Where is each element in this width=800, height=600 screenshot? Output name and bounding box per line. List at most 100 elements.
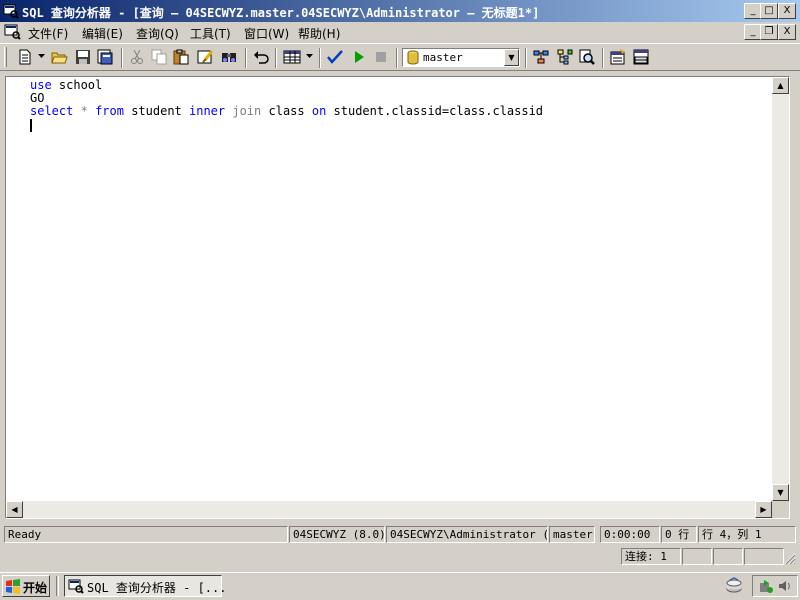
toolbar-separator — [602, 48, 604, 68]
code-line[interactable]: use school — [30, 79, 543, 92]
status-pane-empty-2 — [713, 548, 743, 565]
database-select[interactable]: master ▼ — [402, 48, 520, 67]
editor-gutter — [6, 77, 26, 501]
sql-text: class — [261, 104, 312, 118]
status-ready: Ready — [4, 526, 288, 543]
sql-text: student — [123, 104, 189, 118]
taskbar: 开始 SQL 查询分析器 - [... — [0, 572, 800, 600]
new-query-icon[interactable] — [16, 48, 34, 66]
properties-icon[interactable] — [609, 48, 627, 66]
scroll-right-button[interactable]: ▶ — [755, 501, 772, 518]
mdi-close-button[interactable]: X — [778, 24, 796, 40]
horizontal-scrollbar[interactable]: ◀ ▶ — [6, 501, 772, 518]
paste-icon[interactable] — [172, 48, 190, 66]
toolbar-grip[interactable] — [4, 47, 7, 67]
text-caret — [30, 119, 32, 132]
taskbar-separator — [56, 576, 59, 596]
sql-keyword: use — [30, 78, 52, 92]
copy-icon[interactable] — [150, 48, 168, 66]
sql-keyword: inner — [189, 104, 226, 118]
find-icon[interactable] — [220, 48, 238, 66]
sql-text: GO — [30, 91, 45, 105]
status-user: 04SECWYZ\Administrator (51 — [386, 526, 548, 543]
scrollbar-corner — [772, 501, 789, 518]
status-cursor-position: 行 4，列 1 — [698, 526, 796, 543]
vertical-scrollbar[interactable]: ▲ ▼ — [772, 77, 789, 501]
sql-keyword: on — [311, 104, 327, 118]
save-icon[interactable] — [74, 48, 92, 66]
open-icon[interactable] — [50, 48, 68, 66]
server-status-icon[interactable] — [758, 578, 774, 594]
query-analyzer-icon — [3, 4, 19, 19]
taskbar-item-query-analyzer[interactable]: SQL 查询分析器 - [... — [64, 575, 226, 597]
clear-window-icon[interactable] — [196, 48, 214, 66]
object-browser-icon[interactable] — [556, 48, 574, 66]
menu-window[interactable]: 窗口(W) — [244, 25, 289, 42]
stop-icon[interactable] — [372, 48, 390, 66]
scroll-up-button[interactable]: ▲ — [772, 77, 789, 94]
sql-operator: join — [232, 104, 262, 118]
scroll-down-button[interactable]: ▼ — [772, 484, 789, 501]
mdi-restore-button[interactable]: ❐ — [760, 24, 778, 40]
sql-text: student.classid=class.classid — [326, 104, 544, 118]
sql-operator: * — [80, 104, 88, 118]
sql-code[interactable]: use school GO select * from student inner … — [30, 79, 543, 118]
menu-query[interactable]: 查询(Q) — [136, 25, 179, 42]
system-tray — [752, 575, 798, 597]
results-mode-dropdown-icon[interactable] — [306, 54, 314, 60]
resize-grip-icon[interactable] — [784, 553, 796, 565]
object-search-icon[interactable] — [578, 48, 596, 66]
show-plan-icon[interactable] — [532, 48, 550, 66]
taskbar-item-label: SQL 查询分析器 - [... — [87, 581, 227, 595]
toolbar-separator — [121, 48, 123, 68]
parse-icon[interactable] — [326, 48, 344, 66]
sql-keyword: from — [95, 104, 124, 118]
toolbar-separator — [245, 48, 247, 68]
toolbar: master ▼ — [0, 43, 800, 71]
toolbar-separator — [396, 48, 398, 68]
results-mode-icon[interactable] — [283, 48, 301, 66]
windows-logo-icon — [6, 579, 20, 594]
start-label: 开始 — [23, 581, 48, 595]
results-pane-icon[interactable] — [632, 48, 650, 66]
query-editor[interactable]: use school GO select * from student inner … — [5, 76, 790, 519]
document-icon[interactable] — [4, 24, 22, 40]
code-line[interactable]: select * from student inner join class o… — [30, 105, 543, 118]
status-spacer — [4, 548, 620, 565]
status-database: master — [549, 526, 595, 543]
close-button[interactable]: X — [778, 3, 796, 19]
undo-icon[interactable] — [252, 48, 270, 66]
title-bar[interactable]: SQL 查询分析器 - [查询 — 04SECWYZ.master.04SECW… — [0, 0, 800, 22]
volume-icon[interactable] — [777, 578, 793, 594]
menu-tools[interactable]: 工具(T) — [190, 25, 231, 42]
toolbar-separator — [275, 48, 277, 68]
toolbar-separator — [319, 48, 321, 68]
database-select-value: master — [423, 51, 463, 64]
status-pane-empty-3 — [744, 548, 784, 565]
scroll-left-button[interactable]: ◀ — [6, 501, 23, 518]
insert-template-icon[interactable] — [96, 48, 114, 66]
menu-help[interactable]: 帮助(H) — [298, 25, 340, 42]
toolbar-separator — [525, 48, 527, 68]
database-dropdown-button[interactable]: ▼ — [504, 49, 519, 66]
menu-edit[interactable]: 编辑(E) — [82, 25, 123, 42]
sql-service-manager-icon[interactable] — [724, 577, 744, 595]
sql-keyword: select — [30, 104, 74, 118]
database-icon — [407, 50, 419, 65]
sql-text: school — [51, 78, 103, 92]
status-server: 04SECWYZ (8.0) — [289, 526, 385, 543]
maximize-button[interactable]: □ — [760, 3, 778, 19]
status-rows: 0 行 — [661, 526, 697, 543]
status-connections: 连接: 1 — [621, 548, 681, 565]
start-button[interactable]: 开始 — [2, 575, 50, 597]
new-dropdown-icon[interactable] — [38, 54, 46, 60]
menu-file[interactable]: 文件(F) — [28, 25, 68, 42]
status-pane-empty-1 — [682, 548, 712, 565]
query-analyzer-icon — [68, 579, 84, 594]
status-elapsed-time: 0:00:00 — [600, 526, 660, 543]
cut-icon[interactable] — [128, 48, 146, 66]
execute-icon[interactable] — [350, 48, 368, 66]
window-title: SQL 查询分析器 - [查询 — 04SECWYZ.master.04SECW… — [22, 6, 540, 20]
